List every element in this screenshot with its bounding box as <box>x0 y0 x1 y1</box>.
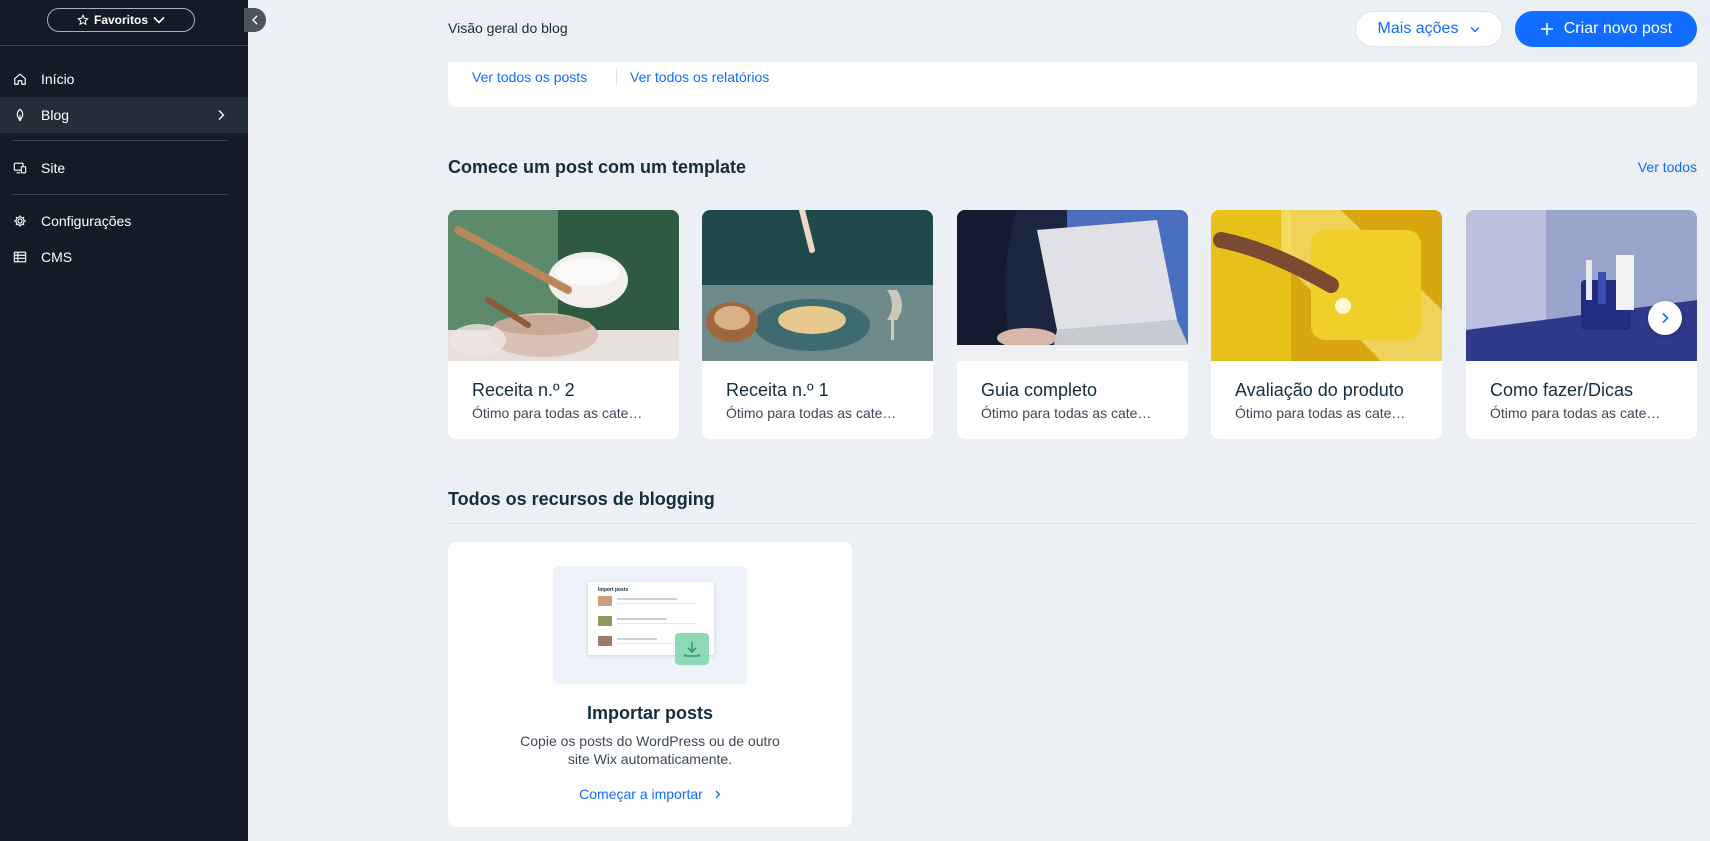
sidebar-item-label: Início <box>41 71 75 87</box>
sidebar-item-label: Site <box>41 160 66 176</box>
import-posts-description: Copie os posts do WordPress ou de outro … <box>520 733 780 767</box>
template-card-recipe-2[interactable]: Receita n.º 2 Ótimo para todas as cate… <box>448 210 679 439</box>
import-posts-illustration: Import posts <box>553 566 747 684</box>
sidebar-divider <box>0 45 248 46</box>
template-description: Ótimo para todas as cate… <box>726 405 897 421</box>
chevron-down-icon <box>1470 26 1480 32</box>
template-image-complete-guide <box>957 210 1188 361</box>
start-import-link[interactable]: Começar a importar <box>448 786 852 802</box>
carousel-next-button[interactable] <box>1648 301 1682 335</box>
template-description: Ótimo para todas as cate… <box>1235 405 1406 421</box>
sidebar-divider <box>12 140 228 141</box>
chevron-left-icon <box>252 15 258 25</box>
star-icon <box>77 14 89 26</box>
template-image-product-review <box>1211 210 1442 361</box>
template-description: Ótimo para todas as cate… <box>981 405 1152 421</box>
sidebar-item-label: Blog <box>41 107 70 123</box>
template-title: Como fazer/Dicas <box>1490 380 1634 400</box>
resources-section-title: Todos os recursos de blogging <box>448 489 715 509</box>
sidebar-item-blog[interactable]: Blog <box>0 97 248 133</box>
template-image-recipe-1 <box>702 210 933 361</box>
link-divider <box>616 68 617 86</box>
download-icon <box>675 633 709 665</box>
chevron-right-icon <box>218 110 225 120</box>
template-card-recipe-1[interactable]: Receita n.º 1 Ótimo para todas as cate… <box>702 210 933 439</box>
sidebar-divider <box>12 194 228 195</box>
templates-section-title: Comece um post com um template <box>448 157 747 177</box>
template-image-recipe-2 <box>448 210 679 361</box>
template-title: Receita n.º 2 <box>472 380 575 400</box>
chevron-right-icon <box>715 790 721 798</box>
sidebar-item-site[interactable]: Site <box>0 150 248 186</box>
template-description: Ótimo para todas as cate… <box>1490 405 1661 421</box>
chevron-right-icon <box>1662 312 1669 324</box>
import-posts-card: Import posts Importar posts Copie os pos… <box>448 542 852 827</box>
sidebar-item-label: CMS <box>41 249 73 265</box>
favorites-button[interactable]: Favoritos <box>47 8 195 32</box>
page-title: Visão geral do blog <box>448 20 568 36</box>
template-card-complete-guide[interactable]: Guia completo Ótimo para todas as cate… <box>957 210 1188 439</box>
start-import-label: Começar a importar <box>579 786 703 802</box>
favorites-label: Favoritos <box>93 13 148 27</box>
illustration-heading: Import posts <box>598 587 629 593</box>
links-card: Ver todos os posts Ver todos os relatóri… <box>448 62 1697 107</box>
chevron-down-icon <box>153 16 165 24</box>
feather-pen-icon <box>13 108 27 122</box>
see-all-link[interactable]: Ver todos <box>1638 159 1697 175</box>
sidebar-item-label: Configurações <box>41 213 132 229</box>
table-icon <box>13 250 27 264</box>
collapse-sidebar-button[interactable] <box>244 8 266 32</box>
all-posts-link[interactable]: Ver todos os posts <box>472 69 587 85</box>
template-image-how-to <box>1466 210 1697 361</box>
more-actions-button[interactable]: Mais ações <box>1355 11 1503 47</box>
template-title: Receita n.º 1 <box>726 380 829 400</box>
sidebar: Favoritos Início Blog Site Configurações <box>0 0 248 841</box>
template-title: Guia completo <box>981 380 1098 400</box>
sidebar-item-cms[interactable]: CMS <box>0 239 248 275</box>
sidebar-item-home[interactable]: Início <box>0 61 248 97</box>
template-card-product-review[interactable]: Avaliação do produto Ótimo para todas as… <box>1211 210 1442 439</box>
sidebar-item-settings[interactable]: Configurações <box>0 203 248 239</box>
plus-icon <box>1540 23 1553 35</box>
create-post-button[interactable]: Criar novo post <box>1515 11 1697 47</box>
more-actions-label: Mais ações <box>1377 20 1459 37</box>
site-screens-icon <box>13 161 27 175</box>
template-description: Ótimo para todas as cate… <box>472 405 643 421</box>
all-reports-link[interactable]: Ver todos os relatórios <box>630 69 769 85</box>
section-divider <box>448 523 1697 524</box>
import-posts-title: Importar posts <box>586 703 714 723</box>
gear-icon <box>13 214 27 228</box>
home-icon <box>13 72 27 86</box>
create-post-label: Criar novo post <box>1563 20 1673 37</box>
template-title: Avaliação do produto <box>1235 380 1404 400</box>
